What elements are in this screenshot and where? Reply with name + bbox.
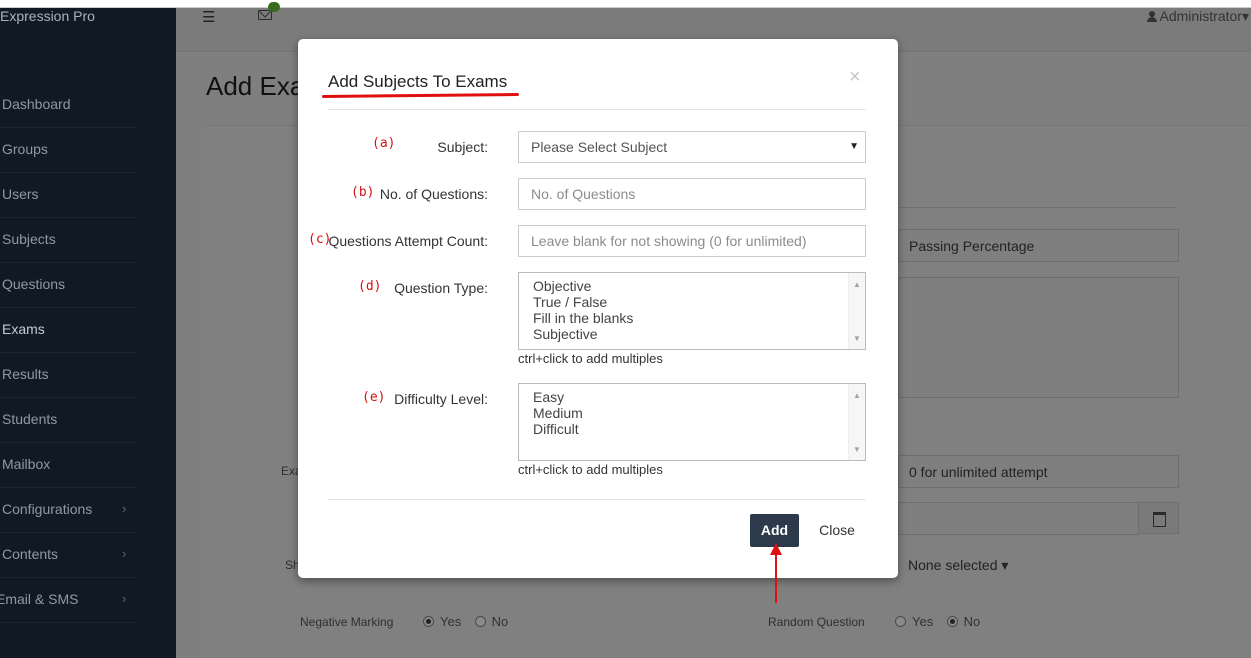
modal-title: Add Subjects To Exams <box>328 72 508 91</box>
option-difficult[interactable]: Difficult <box>533 421 851 437</box>
notification-badge <box>268 2 280 12</box>
sidebar-item-label: Groups <box>2 141 48 157</box>
subject-select-value: Please Select Subject <box>531 139 668 155</box>
radio-no[interactable] <box>946 616 958 627</box>
sidebar-item-label: Exams <box>2 321 45 337</box>
brand-logo[interactable]: Expression Pro <box>0 8 176 52</box>
sidebar-item-label: Email & SMS <box>0 591 79 607</box>
annotation-underline <box>321 92 520 99</box>
negative-marking-label: Negative Marking <box>300 615 394 629</box>
description-textarea[interactable] <box>898 277 1179 398</box>
difficulty-help: ctrl+click to add multiples <box>518 462 663 477</box>
sidebar-item-users[interactable]: Users <box>0 173 136 218</box>
user-icon <box>1146 11 1157 22</box>
difficulty-multiselect[interactable]: Easy Medium Difficult ▲ ▼ <box>518 383 866 461</box>
close-icon[interactable]: × <box>849 66 861 89</box>
radio-no[interactable] <box>474 616 486 627</box>
sidebar-item-label: Subjects <box>2 231 56 247</box>
sidebar-item-dashboard[interactable]: Dashboard <box>0 83 136 128</box>
annotation-arrow <box>775 554 777 603</box>
subject-label: Subject: <box>437 139 488 155</box>
sidebar-item-contents[interactable]: Contents › <box>0 533 136 578</box>
add-subjects-modal: Add Subjects To Exams × (a) Subject: Ple… <box>298 39 898 578</box>
radio-yes-label: Yes <box>440 614 462 629</box>
sidebar: Expression Pro Dashboard Groups Users Su… <box>0 8 176 658</box>
date-input[interactable] <box>898 502 1139 535</box>
option-medium[interactable]: Medium <box>533 405 851 421</box>
sidebar-item-mailbox[interactable]: Mailbox <box>0 443 136 488</box>
chevron-right-icon: › <box>122 591 127 606</box>
radio-yes-label: Yes <box>912 614 934 629</box>
scroll-up-icon[interactable]: ▲ <box>853 388 861 404</box>
random-question-radios: Yes No <box>895 614 990 629</box>
sidebar-item-students[interactable]: Students <box>0 398 136 443</box>
option-true-false[interactable]: True / False <box>533 294 851 310</box>
radio-yes[interactable] <box>423 616 434 627</box>
option-subjective[interactable]: Subjective <box>533 326 851 342</box>
scrollbar[interactable]: ▲ ▼ <box>848 384 865 460</box>
sidebar-item-groups[interactable]: Groups <box>0 128 136 173</box>
sidebar-item-exams[interactable]: Exams <box>0 308 136 353</box>
option-easy[interactable]: Easy <box>533 389 851 405</box>
sidebar-item-results[interactable]: Results <box>0 353 136 398</box>
passing-percentage-input[interactable]: Passing Percentage <box>898 229 1179 262</box>
select-arrow-icon: ▼ <box>849 141 859 152</box>
radio-no-label: No <box>491 614 509 629</box>
user-name: Administrator <box>1159 8 1242 24</box>
calendar-icon[interactable] <box>1138 502 1179 534</box>
attempt-limit-input[interactable]: 0 for unlimited attempt <box>898 455 1179 488</box>
question-type-label: Question Type: <box>394 280 488 296</box>
sidebar-item-label: Users <box>2 186 39 202</box>
num-questions-label: No. of Questions: <box>379 186 488 202</box>
close-button[interactable]: Close <box>812 514 862 547</box>
sidebar-item-questions[interactable]: Questions <box>0 263 136 308</box>
option-fill-blanks[interactable]: Fill in the blanks <box>533 310 851 326</box>
sidebar-item-label: Dashboard <box>2 96 71 112</box>
browser-top-edge <box>0 0 1251 8</box>
chevron-right-icon: › <box>122 501 127 516</box>
question-type-help: ctrl+click to add multiples <box>518 351 663 366</box>
scroll-up-icon[interactable]: ▲ <box>853 277 861 293</box>
sidebar-item-label: Students <box>2 411 58 427</box>
chevron-right-icon: › <box>122 546 127 561</box>
divider <box>898 207 1176 208</box>
sidebar-item-configurations[interactable]: Configurations › <box>0 488 136 533</box>
sidebar-item-label: Configurations <box>2 501 93 517</box>
attempt-count-input[interactable]: Leave blank for not showing (0 for unlim… <box>518 225 866 257</box>
radio-no-label: No <box>963 614 981 629</box>
scrollbar[interactable]: ▲ ▼ <box>848 273 865 349</box>
scroll-down-icon[interactable]: ▼ <box>853 331 861 347</box>
modal-header-divider <box>328 109 866 110</box>
sidebar-item-label: Questions <box>2 276 66 292</box>
modal-footer-divider <box>328 499 866 500</box>
user-menu[interactable]: Administrator▾ <box>1146 8 1249 25</box>
page-title: Add Exa <box>206 71 305 101</box>
num-questions-input[interactable]: No. of Questions <box>518 178 866 210</box>
radio-yes[interactable] <box>895 616 906 627</box>
random-question-label: Random Question <box>768 615 865 629</box>
none-selected-dropdown[interactable]: None selected ▾ <box>908 557 1008 574</box>
subject-select[interactable]: Please Select Subject ▼ <box>518 131 866 163</box>
scroll-down-icon[interactable]: ▼ <box>853 442 861 458</box>
sidebar-item-label: Results <box>2 366 49 382</box>
difficulty-label: Difficulty Level: <box>394 391 488 407</box>
option-objective[interactable]: Objective <box>533 278 851 294</box>
sidebar-item-subjects[interactable]: Subjects <box>0 218 136 263</box>
negative-marking-radios: Yes No <box>423 614 518 629</box>
sidebar-item-email-sms[interactable]: Email & SMS › <box>0 578 136 623</box>
sidebar-item-label: Mailbox <box>2 456 51 472</box>
hamburger-menu-icon[interactable]: ☰ <box>202 8 215 26</box>
caret-down-icon: ▾ <box>1241 8 1249 24</box>
sidebar-item-label: Contents <box>2 546 59 562</box>
question-type-multiselect[interactable]: Objective True / False Fill in the blank… <box>518 272 866 350</box>
attempt-count-label: Questions Attempt Count: <box>328 233 488 249</box>
